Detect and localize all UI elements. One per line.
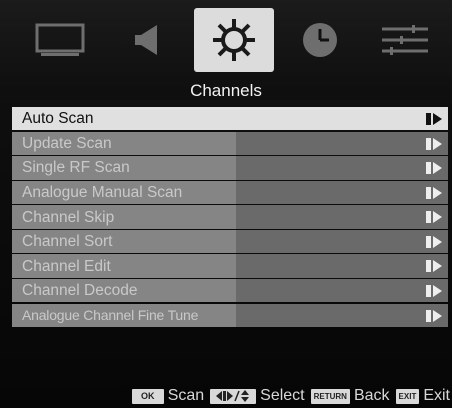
menu-item-label: Channel Sort — [22, 233, 113, 251]
speaker-icon — [135, 25, 157, 55]
enter-arrow-icon — [426, 309, 442, 322]
menu-item-label: Single RF Scan — [22, 159, 130, 177]
menu-item-channel-skip[interactable]: Channel Skip — [12, 205, 448, 229]
nav-arrows-icon — [210, 388, 257, 404]
ok-key: OK — [131, 388, 164, 404]
clock-icon — [303, 23, 337, 57]
menu-item-auto-scan[interactable]: Auto Scan — [12, 107, 448, 131]
enter-arrow-icon — [426, 260, 442, 273]
menu-item-analogue-channel-fine-tune[interactable]: Analogue Channel Fine Tune — [12, 303, 448, 328]
menu-item-label: Update Scan — [22, 134, 112, 152]
exit-key: EXIT — [395, 388, 420, 404]
back-hint-label: Back — [353, 387, 390, 404]
menu-tabs — [0, 0, 452, 80]
return-key: RETURN — [310, 388, 350, 404]
menu-item-single-rf-scan[interactable]: Single RF Scan — [12, 156, 448, 180]
tab-picture[interactable] — [20, 8, 100, 72]
menu-title: Channels — [190, 81, 262, 100]
menu-item-label: Channel Edit — [22, 257, 111, 275]
tab-setup[interactable] — [194, 8, 274, 72]
exit-hint-label: Exit — [423, 387, 450, 404]
menu-item-analogue-manual-scan[interactable]: Analogue Manual Scan — [12, 180, 448, 205]
enter-arrow-icon — [426, 235, 442, 248]
menu-item-label: Analogue Manual Scan — [22, 183, 183, 201]
menu-item-label: Channel Decode — [22, 282, 138, 300]
button-hint-bar: OK Scan Select RETURN Back EXIT Exit — [0, 384, 452, 408]
channel-menu-list: Auto Scan Update Scan Single RF Scan Ana… — [12, 107, 448, 328]
tab-time[interactable] — [280, 8, 360, 72]
menu-item-label: Channel Skip — [22, 208, 115, 226]
select-hint-label: Select — [260, 387, 305, 404]
menu-item-label: Auto Scan — [22, 110, 94, 128]
tab-sound[interactable] — [105, 8, 185, 72]
ok-hint-label: Scan — [167, 387, 205, 404]
enter-arrow-icon — [426, 186, 442, 199]
menu-item-label: Analogue Channel Fine Tune — [22, 306, 199, 323]
menu-item-channel-sort[interactable]: Channel Sort — [12, 229, 448, 254]
menu-item-channel-edit[interactable]: Channel Edit — [12, 254, 448, 278]
enter-arrow-icon — [426, 211, 442, 224]
enter-arrow-icon — [426, 113, 442, 125]
enter-arrow-icon — [426, 285, 442, 298]
tab-options[interactable] — [365, 8, 445, 72]
menu-item-channel-decode[interactable]: Channel Decode — [12, 279, 448, 303]
gear-icon — [213, 19, 255, 61]
menu-item-update-scan[interactable]: Update Scan — [12, 131, 448, 155]
tv-settings-screen: Channels Auto Scan Update Scan Single RF… — [0, 0, 452, 408]
picture-icon — [35, 23, 85, 56]
enter-arrow-icon — [426, 137, 442, 150]
sliders-icon — [382, 25, 428, 55]
enter-arrow-icon — [426, 162, 442, 175]
